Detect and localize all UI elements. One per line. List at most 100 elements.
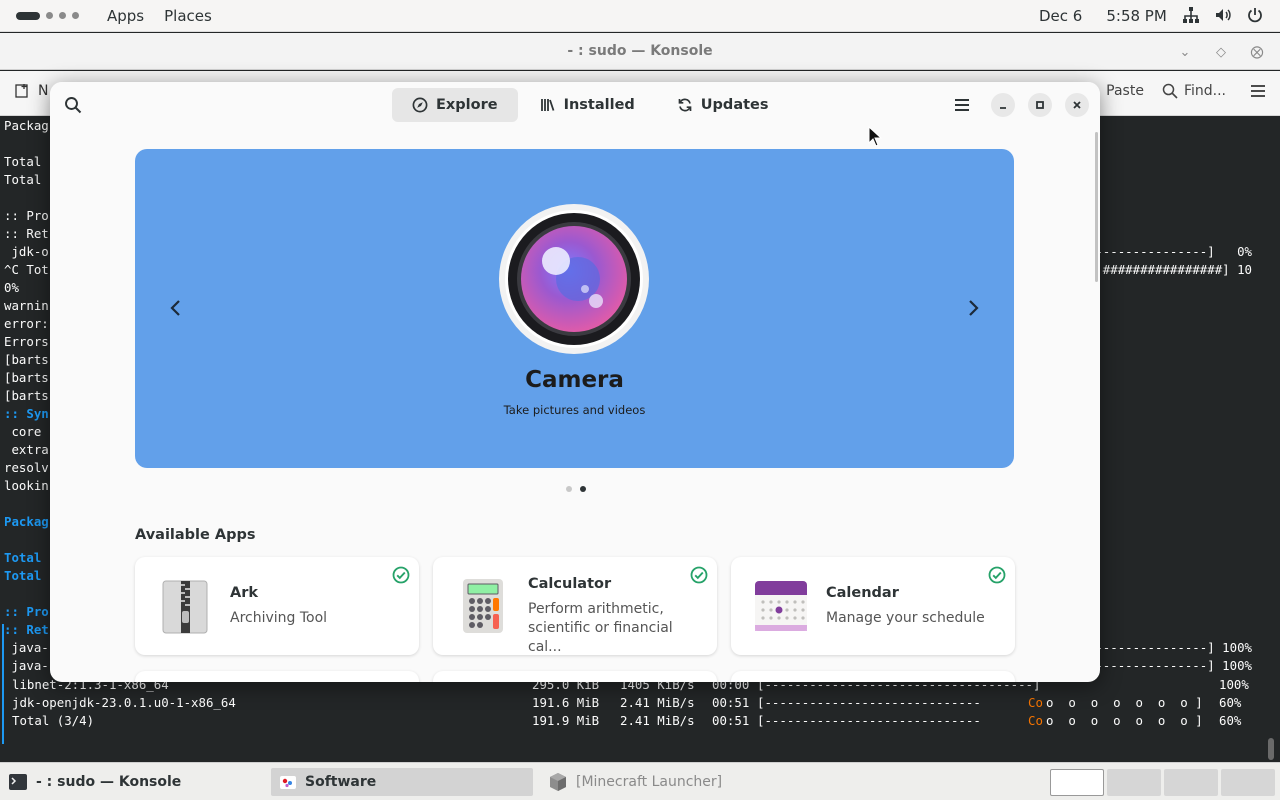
terminal-cell: 00:51 (712, 695, 750, 710)
app-name: Ark (230, 585, 259, 601)
close-button[interactable] (1065, 93, 1089, 117)
carousel-page-dot[interactable] (566, 486, 572, 492)
featured-app-subtitle: Take pictures and videos (503, 403, 646, 417)
tab-installed[interactable]: Installed (520, 88, 655, 122)
featured-app-title: Camera (525, 367, 624, 393)
app-description: Perform arithmetic, scientific or financ… (528, 601, 673, 655)
workspace-switcher-3[interactable] (1164, 769, 1218, 796)
workspace-dot[interactable] (72, 12, 79, 19)
hamburger-menu-icon (1251, 85, 1265, 97)
terminal-line: core (4, 424, 42, 439)
terminal-line: Total (4, 568, 42, 583)
taskbar-item-software[interactable]: Software (271, 768, 533, 796)
workspace-switcher-1[interactable] (1050, 769, 1104, 796)
terminal-scrollbar[interactable] (1268, 738, 1274, 760)
workspace-dot[interactable] (46, 12, 53, 19)
maximize-button[interactable] (1028, 93, 1052, 117)
workspace-indicator[interactable] (16, 11, 86, 20)
terminal-line: jdk-o (4, 244, 49, 259)
terminal-line: Errors (4, 334, 49, 349)
terminal-line: 0% (4, 280, 19, 295)
clock-date: Dec 6 (1039, 7, 1083, 25)
chevron-right-icon (969, 300, 979, 316)
main-menu-icon[interactable] (953, 96, 971, 114)
maximize-icon[interactable]: ◇ (1210, 41, 1232, 63)
app-tile-calculator[interactable]: Calculator Perform arithmetic, scientifi… (433, 557, 717, 655)
network-icon[interactable] (1182, 6, 1200, 24)
terminal-line: warnin (4, 298, 49, 313)
terminal-cell: 191.6 MiB (532, 695, 600, 710)
taskbar-item-konsole[interactable]: - : sudo — Konsole (0, 768, 262, 796)
power-icon[interactable] (1246, 6, 1264, 24)
terminal-line: resolv (4, 460, 49, 475)
new-tab-icon (15, 84, 28, 98)
app-tile-ark[interactable]: Ark Archiving Tool (135, 557, 419, 655)
konsole-toolbar-right: Paste Find... (1106, 83, 1266, 99)
terminal-line: java- (4, 640, 49, 655)
terminal-cell: 2.41 MiB/s (620, 713, 695, 728)
terminal-cell: 2.41 MiB/s (620, 695, 695, 710)
close-icon[interactable]: ⨂ (1246, 41, 1268, 63)
terminal-line: :: Pro (4, 208, 49, 223)
clock[interactable]: Dec 6 5:58 PM (1039, 7, 1167, 25)
terminal-cell: 191.9 MiB (532, 713, 600, 728)
places-menu[interactable]: Places (164, 7, 212, 25)
carousel-prev-button[interactable] (161, 293, 191, 323)
terminal-cell: 100% (1219, 677, 1249, 692)
workspace-switcher-2[interactable] (1107, 769, 1161, 796)
new-tab-button[interactable]: N (14, 83, 48, 99)
terminal-line: [barts (4, 388, 49, 403)
terminal-cell: Co (1028, 713, 1043, 728)
carousel-page-dot[interactable] (580, 486, 586, 492)
software-headerbar[interactable]: Explore Installed Updates (50, 82, 1100, 128)
app-description: Archiving Tool (230, 610, 328, 626)
tab-explore[interactable]: Explore (392, 88, 518, 122)
software-scrollbar[interactable] (1095, 132, 1098, 282)
terminal-line: Packag (4, 118, 49, 133)
paste-label: Paste (1106, 83, 1144, 99)
paste-button[interactable]: Paste (1106, 83, 1144, 99)
terminal-cell: o o o o o o o ] (1046, 713, 1203, 728)
ark-icon (162, 580, 208, 634)
konsole-titlebar[interactable]: - : sudo — Konsole ⌄ ◇ ⨂ (0, 33, 1280, 70)
minimize-button[interactable] (991, 93, 1015, 117)
window-list-bar: - : sudo — Konsole Software [Minecraft L… (0, 762, 1280, 800)
clock-time: 5:58 PM (1106, 7, 1167, 25)
app-tile-partial[interactable] (433, 671, 717, 682)
workspace-dot[interactable] (59, 12, 66, 19)
app-tile-partial[interactable] (135, 671, 419, 682)
search-icon[interactable] (64, 96, 82, 114)
taskbar-item-minecraft[interactable]: [Minecraft Launcher] (540, 768, 802, 796)
terminal-line: ----------------] 0% (1087, 244, 1252, 259)
carousel-page-indicator (566, 486, 586, 492)
volume-icon[interactable] (1214, 6, 1232, 24)
mouse-pointer-icon (868, 126, 882, 147)
app-tile-calendar[interactable]: Calendar Manage your schedule (731, 557, 1015, 655)
tab-updates[interactable]: Updates (657, 88, 789, 122)
workspace-dot-active[interactable] (16, 11, 40, 20)
find-label: Find... (1183, 83, 1226, 99)
app-tile-partial[interactable] (731, 671, 1015, 682)
find-button[interactable]: Find... (1162, 83, 1226, 99)
terminal-line: ----------------] 100% (1087, 658, 1252, 673)
minimize-icon[interactable]: ⌄ (1174, 41, 1196, 63)
terminal-icon (9, 774, 27, 790)
terminal-line: :: Syn (4, 406, 49, 421)
workspace-switcher-4[interactable] (1221, 769, 1275, 796)
terminal-line: Packag (4, 514, 49, 529)
terminal-line: ################] 10 (1102, 262, 1252, 277)
terminal-cell: Co (1028, 695, 1043, 710)
taskbar-item-label: [Minecraft Launcher] (576, 774, 723, 790)
terminal-cell: 60% (1219, 695, 1242, 710)
terminal-marker (2, 624, 4, 744)
terminal-line: lookin (4, 478, 49, 493)
system-tray[interactable] (1182, 6, 1264, 24)
app-description: Manage your schedule (826, 610, 985, 626)
hamburger-menu-button[interactable] (1250, 83, 1266, 99)
app-name: Calendar (826, 585, 899, 601)
apps-menu[interactable]: Apps (107, 7, 144, 25)
search-icon (1162, 83, 1178, 99)
terminal-cell: 00:51 (712, 713, 750, 728)
carousel-next-button[interactable] (958, 293, 988, 323)
featured-carousel[interactable]: Camera Take pictures and videos (135, 149, 1014, 468)
